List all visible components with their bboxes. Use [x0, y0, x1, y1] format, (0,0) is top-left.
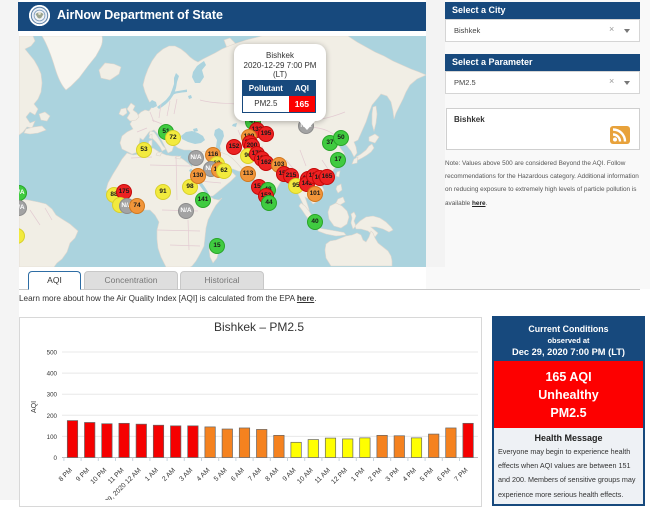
svg-text:100: 100 — [47, 434, 58, 441]
svg-text:4 AM: 4 AM — [196, 467, 212, 483]
svg-text:11 AM: 11 AM — [314, 467, 332, 485]
svg-text:12 PM: 12 PM — [330, 467, 349, 486]
svg-text:4 PM: 4 PM — [402, 467, 418, 483]
svg-text:3 AM: 3 AM — [178, 467, 194, 483]
svg-text:2 PM: 2 PM — [367, 467, 383, 483]
svg-text:2 AM: 2 AM — [161, 467, 177, 483]
svg-text:5 PM: 5 PM — [419, 467, 435, 483]
svg-text:AQI: AQI — [31, 401, 38, 413]
svg-text:Bishkek – PM2.5: Bishkek – PM2.5 — [214, 320, 304, 334]
svg-text:300: 300 — [47, 392, 58, 399]
svg-text:10 AM: 10 AM — [296, 467, 315, 486]
svg-text:7 AM: 7 AM — [247, 467, 263, 483]
svg-text:0: 0 — [54, 455, 58, 462]
svg-text:6 AM: 6 AM — [230, 467, 246, 483]
svg-text:1 AM: 1 AM — [144, 467, 160, 483]
svg-text:200: 200 — [47, 413, 58, 420]
svg-text:500: 500 — [47, 350, 58, 357]
svg-text:6 PM: 6 PM — [436, 467, 452, 483]
svg-text:1 PM: 1 PM — [350, 467, 366, 483]
svg-text:8 PM: 8 PM — [58, 467, 74, 483]
svg-text:5 AM: 5 AM — [213, 467, 229, 483]
svg-text:10 PM: 10 PM — [89, 467, 108, 486]
svg-text:400: 400 — [47, 371, 58, 378]
svg-text:3 PM: 3 PM — [385, 467, 401, 483]
svg-text:8 AM: 8 AM — [264, 467, 280, 483]
svg-text:7 PM: 7 PM — [453, 467, 469, 483]
